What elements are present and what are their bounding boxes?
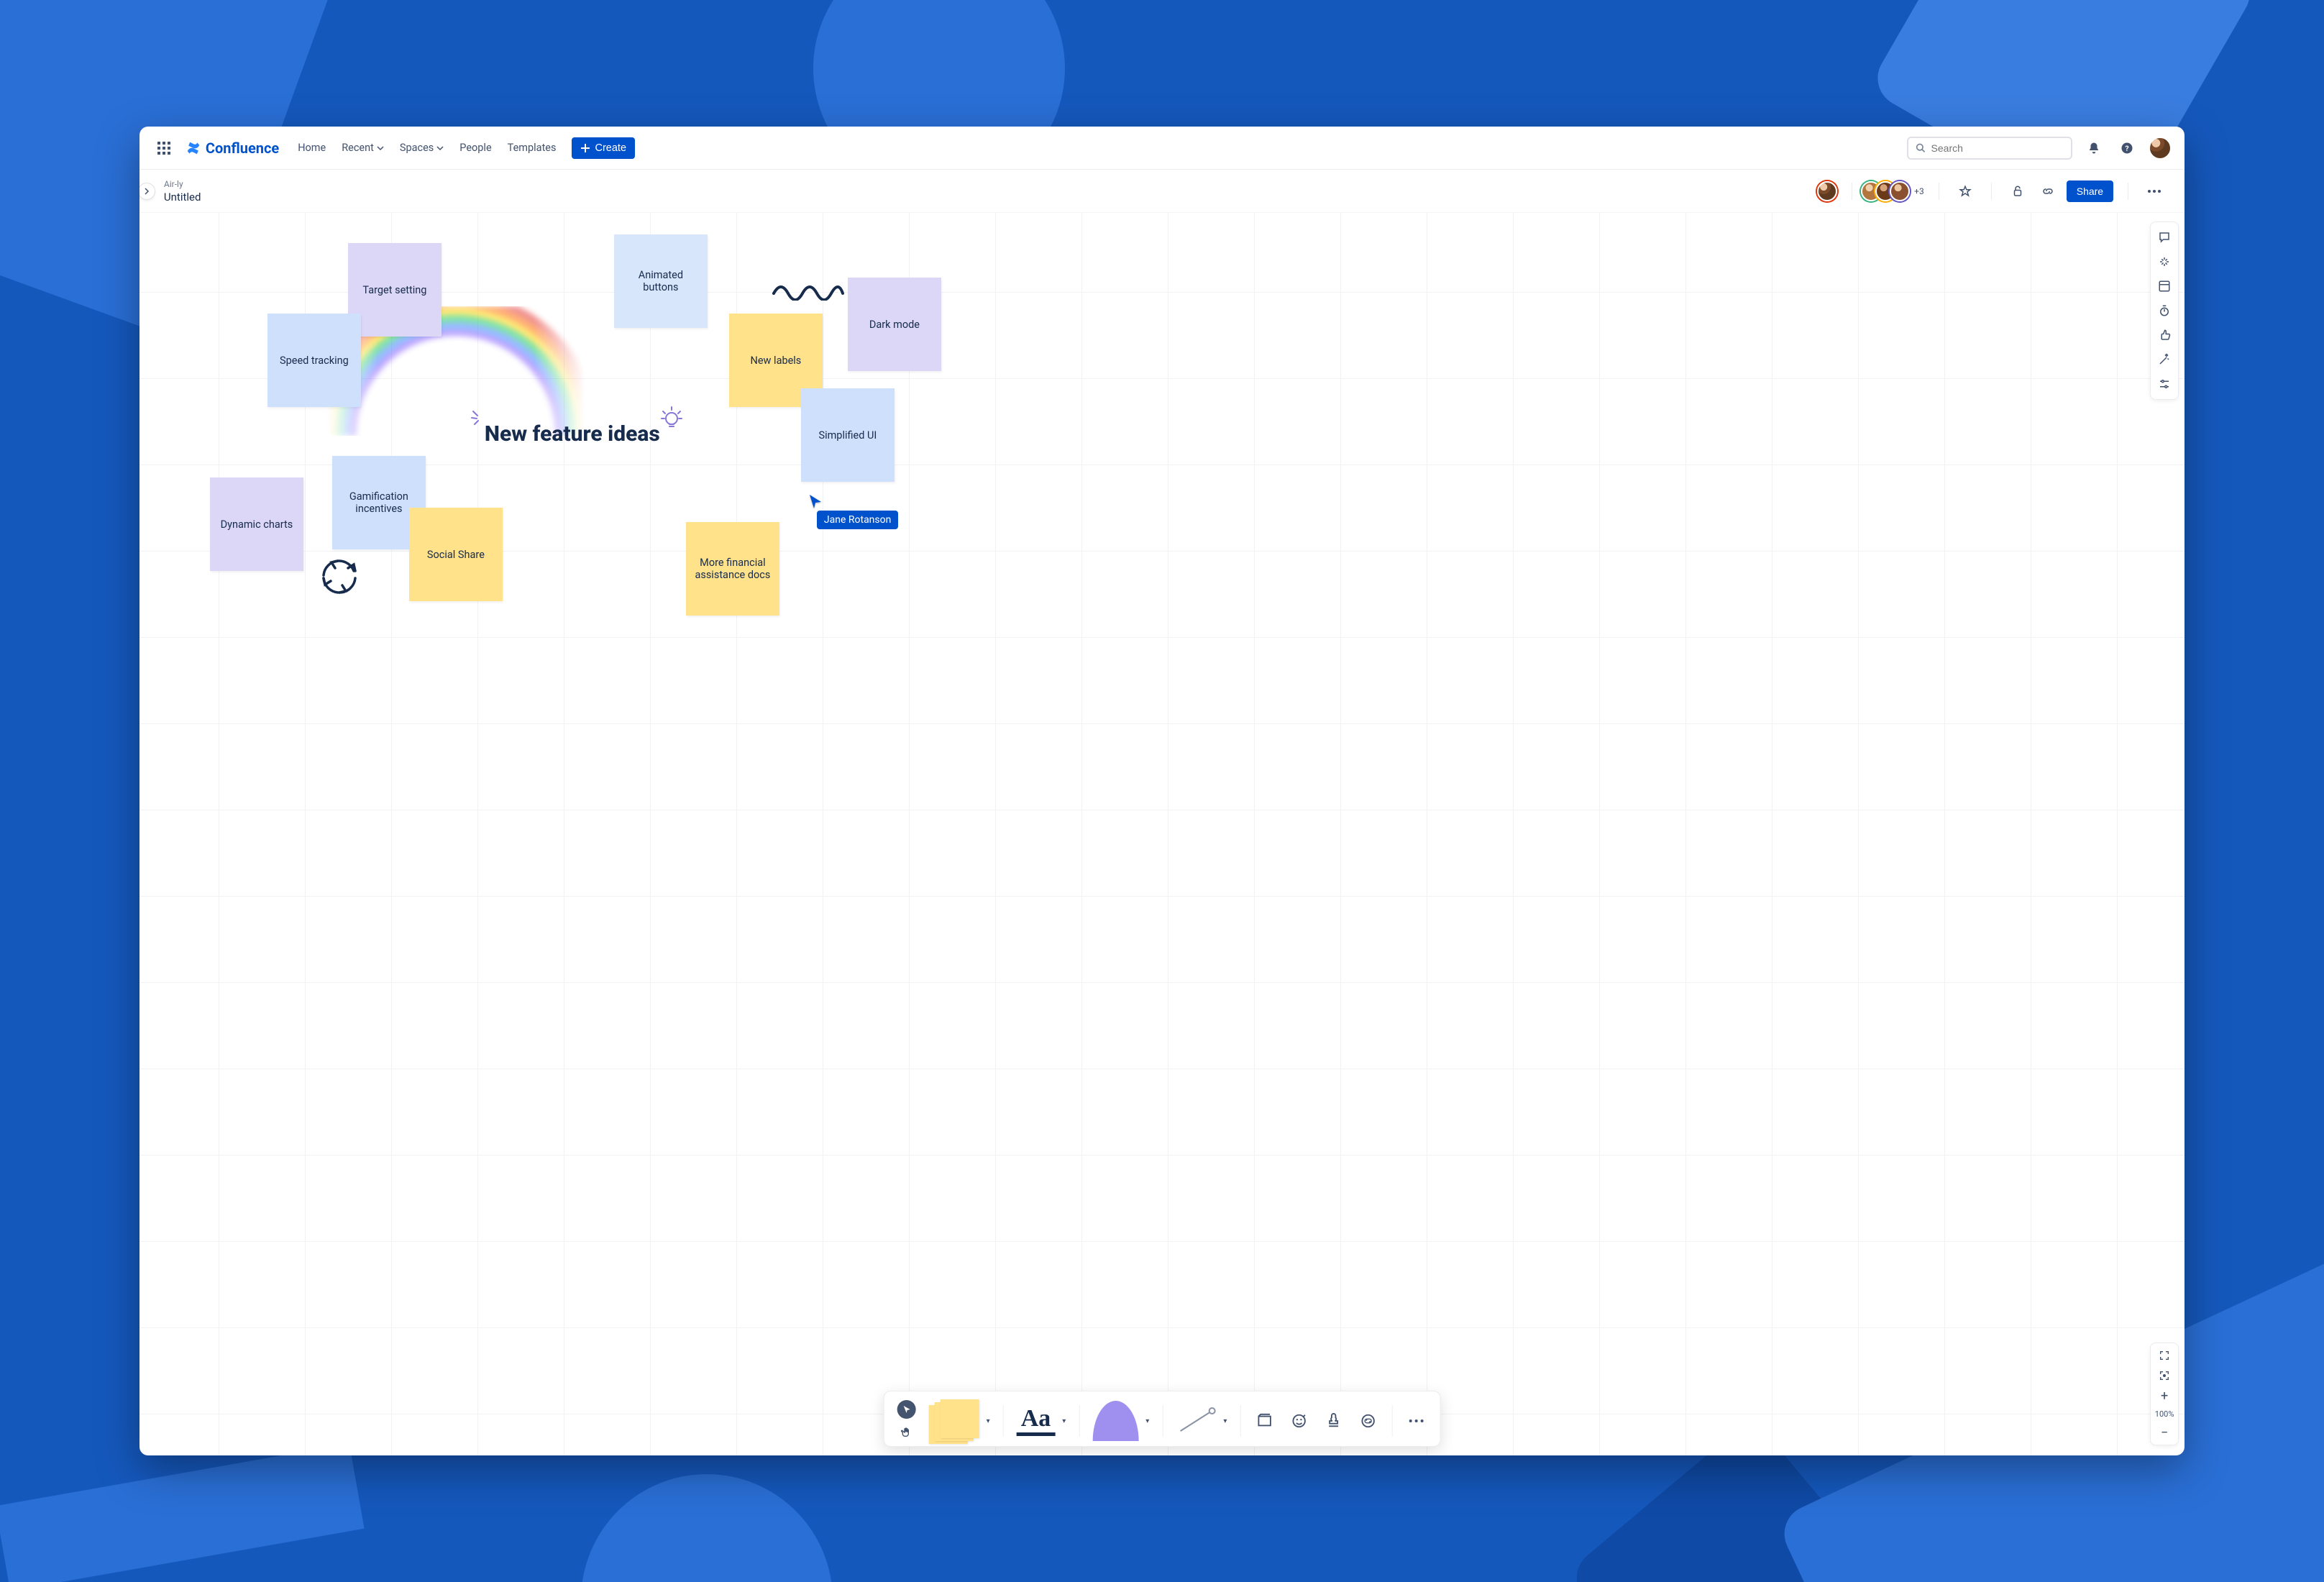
zoom-level[interactable]: 100% <box>2155 1407 2174 1422</box>
magic-icon[interactable] <box>2154 349 2175 370</box>
text-tool-options[interactable]: ▾ <box>1062 1417 1066 1425</box>
zoom-in-button[interactable]: + <box>2154 1386 2175 1405</box>
hand-mode-button[interactable] <box>897 1423 916 1442</box>
sticky-note[interactable]: Animated buttons <box>614 234 708 328</box>
lightbulb-icon <box>657 403 686 431</box>
sticky-note[interactable]: Social Share <box>409 508 503 601</box>
collaborator-avatar[interactable] <box>1890 181 1910 201</box>
search-icon <box>1916 142 1925 153</box>
share-button[interactable]: Share <box>2067 180 2113 202</box>
chevron-down-icon <box>436 145 444 152</box>
sticky-note[interactable]: Dynamic charts <box>210 477 303 571</box>
nav-links: Home Recent Spaces People Templates Crea… <box>298 137 635 159</box>
squiggle-decoration <box>772 283 844 301</box>
remote-cursor-label: Jane Rotanson <box>817 511 898 529</box>
document-title[interactable]: Untitled <box>164 191 201 204</box>
frame-tool-icon[interactable] <box>1253 1410 1275 1432</box>
whiteboard-canvas[interactable]: Target setting Speed tracking Animated b… <box>139 213 2185 1455</box>
collaborator-avatars: +3 <box>1867 181 1924 201</box>
nav-home[interactable]: Home <box>298 142 326 154</box>
plus-icon <box>580 143 590 153</box>
expand-sidebar-button[interactable] <box>139 183 155 199</box>
sticky-note[interactable]: More financial assistance docs <box>686 522 779 616</box>
zoom-out-button[interactable]: − <box>2154 1423 2175 1442</box>
nav-templates[interactable]: Templates <box>508 142 557 154</box>
document-header: Air-ly Untitled +3 Share <box>139 170 2185 213</box>
user-avatar[interactable] <box>2149 137 2172 160</box>
cursor-icon <box>808 493 823 509</box>
focus-icon[interactable] <box>2154 1366 2175 1385</box>
bottom-toolbar: ▾ Aa ▾ ▾ ▾ <box>884 1391 1441 1447</box>
board-title[interactable]: New feature ideas <box>485 421 660 447</box>
product-name: Confluence <box>206 140 279 157</box>
sparkle-lines-icon <box>470 408 489 427</box>
shape-tool[interactable] <box>1092 1401 1138 1441</box>
svg-text:?: ? <box>2125 143 2128 152</box>
cycle-arrows-icon <box>318 557 361 597</box>
app-window: Confluence Home Recent Spaces People Tem… <box>139 127 2185 1455</box>
timer-icon[interactable] <box>2154 300 2175 321</box>
lock-icon[interactable] <box>2006 180 2029 203</box>
right-toolbar <box>2150 221 2179 400</box>
shape-tool-options[interactable]: ▾ <box>1145 1417 1149 1425</box>
search-box[interactable] <box>1907 137 2072 160</box>
sticky-note-tool[interactable] <box>929 1399 979 1442</box>
chevron-down-icon <box>377 145 384 152</box>
layout-icon[interactable] <box>2154 275 2175 297</box>
stamp-tool-icon[interactable] <box>1322 1410 1344 1432</box>
fit-screen-icon[interactable] <box>2154 1346 2175 1365</box>
top-nav: Confluence Home Recent Spaces People Tem… <box>139 127 2185 170</box>
collaborator-overflow[interactable]: +3 <box>1914 186 1924 196</box>
sliders-icon[interactable] <box>2154 373 2175 395</box>
sticky-note[interactable]: Speed tracking <box>267 314 361 407</box>
sticky-tool-options[interactable]: ▾ <box>987 1417 990 1425</box>
search-input[interactable] <box>1931 142 2064 154</box>
nav-recent[interactable]: Recent <box>342 142 384 154</box>
product-logo[interactable]: Confluence <box>186 140 279 157</box>
zoom-controls: + 100% − <box>2150 1343 2179 1445</box>
star-icon[interactable] <box>1954 180 1977 203</box>
link-icon[interactable] <box>2036 180 2059 203</box>
thumbs-up-icon[interactable] <box>2154 324 2175 346</box>
sticky-note[interactable]: Simplified UI <box>801 388 895 482</box>
nav-spaces[interactable]: Spaces <box>400 142 444 154</box>
nav-people[interactable]: People <box>459 142 491 154</box>
more-menu-icon[interactable] <box>2143 180 2166 203</box>
sticky-note[interactable]: Target setting <box>348 243 442 337</box>
notifications-icon[interactable] <box>2082 137 2105 160</box>
line-tool[interactable] <box>1176 1407 1216 1435</box>
emoji-tool-icon[interactable] <box>1288 1410 1309 1432</box>
settings-sparkle-icon[interactable] <box>2154 251 2175 273</box>
comments-icon[interactable] <box>2154 227 2175 248</box>
editing-user-avatar[interactable] <box>1817 181 1837 201</box>
chevron-right-icon <box>143 188 150 195</box>
breadcrumb[interactable]: Air-ly <box>164 179 201 189</box>
line-tool-options[interactable]: ▾ <box>1223 1417 1227 1425</box>
app-switcher-icon[interactable] <box>152 137 175 160</box>
remote-cursor: Jane Rotanson <box>808 493 898 529</box>
help-icon[interactable]: ? <box>2115 137 2138 160</box>
more-tools-icon[interactable] <box>1405 1410 1427 1432</box>
confluence-icon <box>186 140 201 156</box>
create-button[interactable]: Create <box>572 137 635 159</box>
pointer-mode-button[interactable] <box>897 1400 916 1419</box>
text-tool[interactable]: Aa <box>1017 1407 1056 1436</box>
sticky-note[interactable]: Dark mode <box>848 278 941 371</box>
link-tool-icon[interactable] <box>1357 1410 1378 1432</box>
whiteboard-canvas-wrap: Target setting Speed tracking Animated b… <box>139 213 2185 1455</box>
